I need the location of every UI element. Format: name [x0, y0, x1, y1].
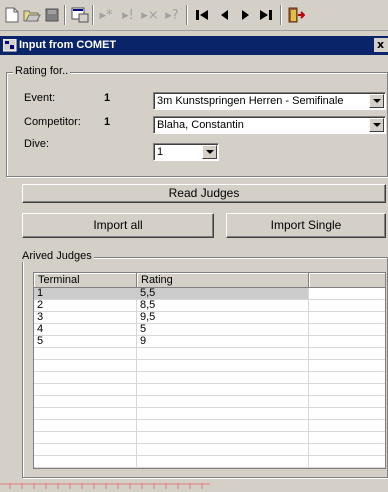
table-row[interactable] — [34, 360, 385, 372]
execute-icon[interactable]: ▸! — [118, 6, 138, 24]
table-row[interactable]: 2 8,5 — [34, 299, 385, 312]
judges-table[interactable]: Terminal Rating 1 5,5 2 8,5 3 9,5 4 5 5 … — [33, 272, 386, 469]
competitor-number: 1 — [104, 116, 111, 128]
table-row[interactable] — [34, 384, 385, 396]
new-icon[interactable] — [2, 6, 22, 24]
import-single-label: Import Single — [270, 218, 342, 232]
table-row[interactable] — [34, 396, 385, 408]
competitor-select[interactable]: Blaha, Constantin — [153, 116, 386, 134]
next-record-icon[interactable] — [235, 6, 255, 24]
dive-select[interactable]: 1 — [153, 143, 219, 161]
properties-icon[interactable] — [70, 6, 90, 24]
rating-cell: 9 — [140, 335, 147, 347]
last-record-icon[interactable] — [256, 6, 276, 24]
close-button[interactable]: x — [374, 38, 388, 52]
read-judges-button[interactable]: Read Judges — [22, 184, 386, 203]
table-row[interactable] — [34, 348, 385, 360]
exit-icon[interactable] — [286, 6, 306, 24]
bottom-edge-ruler — [0, 480, 388, 489]
column-header-terminal[interactable]: Terminal — [34, 273, 137, 288]
import-all-button[interactable]: Import all — [22, 213, 214, 238]
chevron-down-icon[interactable] — [369, 118, 384, 132]
event-label: Event: — [24, 92, 56, 104]
table-row[interactable] — [34, 432, 385, 444]
rating-cell: 8,5 — [140, 299, 156, 311]
app-icon — [2, 38, 17, 52]
table-row[interactable]: 5 9 — [34, 335, 385, 348]
table-row[interactable]: 3 9,5 — [34, 311, 385, 324]
table-row[interactable] — [34, 420, 385, 432]
delete-record-icon[interactable]: ▸× — [140, 6, 160, 24]
rating-group-legend: Rating for.. — [13, 65, 71, 77]
competitor-select-value: Blaha, Constantin — [157, 119, 244, 131]
table-row[interactable]: 4 5 — [34, 323, 385, 336]
add-record-icon[interactable]: ▸* — [96, 6, 116, 24]
dive-label: Dive: — [24, 138, 50, 150]
chevron-down-icon[interactable] — [369, 94, 384, 108]
read-judges-label: Read Judges — [168, 186, 240, 200]
table-row[interactable] — [34, 372, 385, 384]
save-icon[interactable] — [42, 6, 62, 24]
dive-select-value: 1 — [157, 146, 164, 158]
rating-cell: 5 — [140, 323, 147, 335]
judges-group-legend: Arived Judges — [20, 250, 94, 262]
table-row[interactable] — [34, 456, 385, 468]
terminal-cell: 5 — [37, 335, 44, 347]
toolbar: ▸* ▸! ▸× ▸? — [0, 0, 388, 31]
window-title: Input from COMET — [19, 39, 117, 51]
first-record-icon[interactable] — [192, 6, 212, 24]
import-all-label: Import all — [93, 218, 143, 232]
table-row[interactable] — [34, 444, 385, 456]
rating-cell: 5,5 — [140, 287, 156, 299]
table-row[interactable]: 1 5,5 — [34, 287, 385, 300]
table-row[interactable] — [34, 408, 385, 420]
open-icon[interactable] — [22, 6, 42, 24]
terminal-cell: 1 — [37, 287, 44, 299]
terminal-cell: 2 — [37, 299, 44, 311]
rating-cell: 9,5 — [140, 311, 156, 323]
import-single-button[interactable]: Import Single — [226, 213, 386, 238]
terminal-cell: 3 — [37, 311, 44, 323]
event-number: 1 — [104, 92, 111, 104]
terminal-cell: 4 — [37, 323, 44, 335]
chevron-down-icon[interactable] — [202, 145, 217, 159]
window-title-bar[interactable]: Input from COMET x — [0, 36, 388, 55]
previous-record-icon[interactable] — [215, 6, 235, 24]
query-icon[interactable]: ▸? — [162, 6, 182, 24]
event-select-value: 3m Kunstspringen Herren - Semifinale — [157, 95, 344, 107]
column-header-rating[interactable]: Rating — [137, 273, 309, 288]
competitor-label: Competitor: — [24, 116, 81, 128]
column-header-empty[interactable] — [309, 273, 385, 288]
event-select[interactable]: 3m Kunstspringen Herren - Semifinale — [153, 92, 386, 110]
